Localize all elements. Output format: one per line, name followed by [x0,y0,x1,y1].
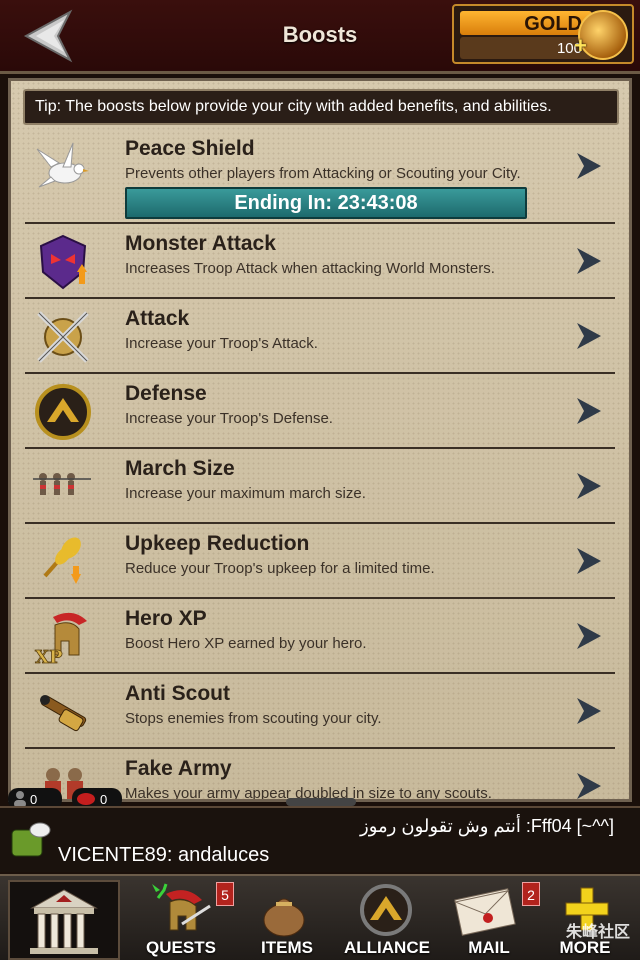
boost-list: Peace Shield Prevents other players from… [25,129,615,799]
chevron-right-icon [577,623,601,649]
boost-defense[interactable]: Defense Increase your Troop's Defense. [25,374,615,449]
boosts-panel: Tip: The boosts below provide your city … [8,78,632,802]
helmet-xp-icon: XP [35,612,87,667]
boost-desc: Increases Troop Attack when attacking Wo… [125,260,495,277]
boost-desc: Boost Hero XP earned by your hero. [125,635,367,652]
chat-message-1: أنتم وش تقولون رموز :Fff04 [~^^] [360,816,614,836]
boost-title: Defense [125,382,207,405]
nav-mail-label: MAIL [468,938,510,957]
boost-desc: Increase your Troop's Defense. [125,410,333,427]
red-bubble-icon [77,793,95,805]
boost-title: Peace Shield [125,137,255,160]
chat-message-2: VICENTE89: andaluces [58,844,270,866]
nav-items-label: ITEMS [261,938,313,957]
crossed-swords-icon [37,311,89,363]
chevron-right-icon [577,548,601,574]
chevron-right-icon [577,153,601,179]
boost-title: Monster Attack [125,232,276,255]
watermark-logo: 朱峰社区 [565,924,630,941]
monster-icon [39,234,87,290]
soldiers-icon [33,473,91,495]
nav-alliance[interactable]: ALLIANCE [332,880,442,960]
chat-bar[interactable]: أنتم وش تقولون رموز :Fff04 [~^^] VICENTE… [0,806,640,872]
chevron-right-icon [577,398,601,424]
boost-title: Anti Scout [125,682,230,705]
boost-desc: Stops enemies from scouting your city. [125,710,382,727]
boost-attack[interactable]: Attack Increase your Troop's Attack. [25,299,615,374]
boost-march-size[interactable]: March Size Increase your maximum march s… [25,449,615,524]
chevron-right-icon [577,323,601,349]
boost-monster-attack[interactable]: Monster Attack Increases Troop Attack wh… [25,224,615,299]
boost-desc: Reduce your Troop's upkeep for a limited… [125,560,435,577]
nav-quests-label: QUESTS [146,938,216,957]
boost-desc: Prevents other players from Attacking or… [125,165,521,182]
boost-title: Attack [125,307,190,330]
online-count: 0 [30,792,38,807]
boost-desc: Increase your Troop's Attack. [125,335,318,352]
shield-timer: Ending In: 23:43:08 [125,187,527,219]
shield-icon [35,384,91,440]
plus-icon[interactable]: + [574,35,594,57]
boost-anti-scout[interactable]: Anti Scout Stops enemies from scouting y… [25,674,615,749]
bag-icon [263,898,305,937]
boost-title: Hero XP [125,607,207,630]
chevron-right-icon [577,248,601,274]
svg-text:XP: XP [35,647,63,667]
boost-title: March Size [125,457,235,480]
chevron-right-icon [577,698,601,724]
gold-display[interactable]: GOLD 100 + [452,4,634,64]
dove-icon [36,142,89,188]
quests-helmet-icon [152,883,211,931]
boost-upkeep-reduction[interactable]: Upkeep Reduction Reduce your Troop's upk… [25,524,615,599]
boost-title: Upkeep Reduction [125,532,310,555]
scroll-indicator [286,798,356,806]
bottom-nav: 5 QUESTS ITEMS ALLIANCE 2 MAIL MORE [0,874,640,960]
spyglass-icon [40,695,87,732]
tip-banner: Tip: The boosts below provide your city … [23,89,619,125]
wheat-icon [43,537,81,584]
chevron-right-icon [577,473,601,499]
message-count: 0 [100,792,108,807]
city-hall-icon [30,889,98,954]
mail-icon [453,888,516,936]
nav-items[interactable]: ITEMS [232,880,342,960]
boost-hero-xp[interactable]: XP Hero XP Boost Hero XP earned by your … [25,599,615,674]
nav-alliance-label: ALLIANCE [344,938,430,957]
city-button[interactable] [8,880,120,960]
boost-title: Fake Army [125,757,232,780]
nav-mail[interactable]: 2 MAIL [434,880,544,960]
chat-icon[interactable] [10,820,52,862]
boost-peace-shield[interactable]: Peace Shield Prevents other players from… [25,129,615,224]
nav-quests[interactable]: 5 QUESTS [126,880,236,960]
header-bar: Boosts GOLD 100 + [0,0,640,74]
boost-desc: Increase your maximum march size. [125,485,366,502]
alliance-shield-icon [360,884,412,936]
